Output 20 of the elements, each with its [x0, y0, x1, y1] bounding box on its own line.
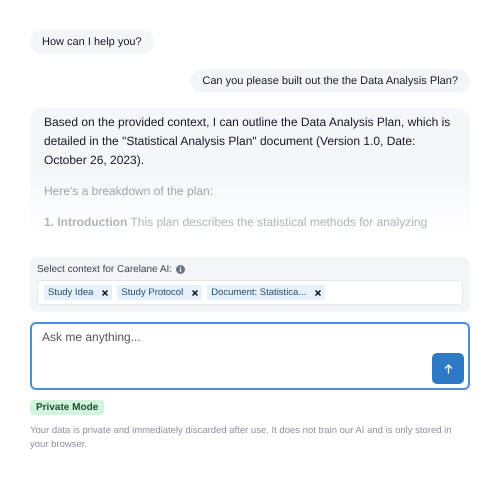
message-text: How can I help you?: [42, 35, 142, 50]
arrow-up-icon: [444, 364, 452, 374]
message-input-box[interactable]: Ask me anything...: [30, 322, 470, 390]
context-label: Select context for Carelane AI:: [37, 264, 172, 275]
remove-icon[interactable]: [315, 290, 322, 296]
context-field[interactable]: Study Idea Study Protocol Document: Statistica...: [37, 280, 463, 305]
info-icon[interactable]: [176, 265, 186, 274]
privacy-note: Your data is private and immediately discarded after use. It does not train our AI and is only stored in your browser.: [30, 424, 453, 452]
chip-label: Study Protocol: [121, 287, 184, 298]
remove-icon[interactable]: [102, 290, 108, 296]
message-text: Here's a breakdown of the plan:: [44, 183, 214, 200]
private-mode-badge: Private Mode: [30, 400, 104, 415]
chip-label: Study Idea: [48, 287, 94, 298]
message-input[interactable]: Ask me anything...: [42, 328, 464, 353]
send-button[interactable]: [432, 353, 464, 384]
message-text: 1. Introduction This plan describes the statistical methods for analyzing: [44, 214, 428, 231]
message-text: Based on the provided context, I can outline the Data Analysis Plan, which is detailed in the "Statistical Analysis Plan" document (Version 1.0, Date: October 26, 2023).: [44, 114, 452, 169]
remove-icon[interactable]: [192, 290, 198, 296]
message-text: Can you please built out the the Data Analysis Plan?: [202, 74, 458, 89]
chip-label: Document: Statistica...: [211, 287, 306, 298]
